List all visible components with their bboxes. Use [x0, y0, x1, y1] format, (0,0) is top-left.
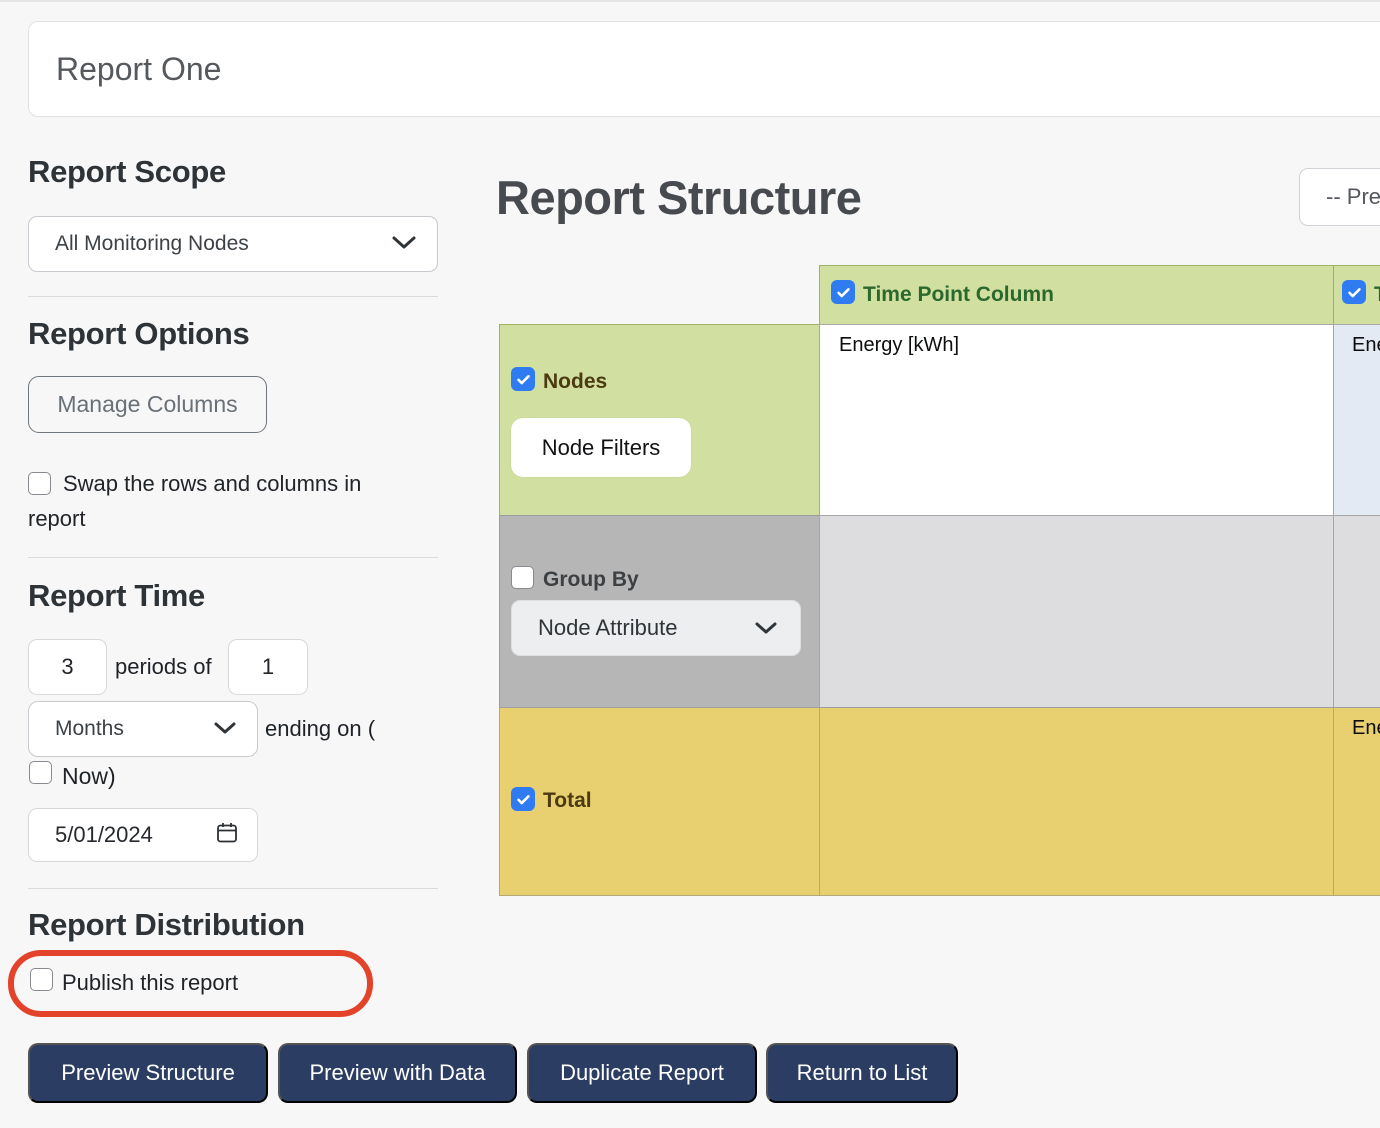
- report-structure-heading: Report Structure: [496, 170, 861, 225]
- period-unit-select[interactable]: Months: [28, 701, 258, 757]
- preview-structure-button[interactable]: Preview Structure: [28, 1043, 268, 1103]
- now-label: Now): [62, 763, 116, 790]
- cell-group-by-clipped-column: [1333, 515, 1380, 708]
- cell-group-by-time-point: [819, 515, 1334, 708]
- publish-report-checkbox[interactable]: [30, 968, 53, 991]
- group-by-attribute-select[interactable]: Node Attribute: [511, 600, 801, 656]
- calendar-icon[interactable]: [215, 820, 239, 851]
- nodes-checkbox[interactable]: [511, 367, 535, 391]
- return-to-list-button[interactable]: Return to List: [766, 1043, 958, 1103]
- node-filters-button[interactable]: Node Filters: [511, 418, 691, 477]
- report-distribution-heading: Report Distribution: [28, 907, 305, 943]
- manage-columns-button[interactable]: Manage Columns: [28, 376, 267, 433]
- row-header-total: Total: [499, 707, 820, 896]
- cell-nodes-time-point: Energy [kWh]: [819, 324, 1334, 516]
- page-top-divider: [0, 0, 1380, 2]
- clipped-column-label: T: [1374, 283, 1380, 307]
- cell-total-clipped-column: Ene: [1333, 707, 1380, 896]
- report-scope-selected-value: All Monitoring Nodes: [55, 232, 249, 256]
- row-header-group-by: Group By Node Attribute: [499, 515, 820, 708]
- check-icon: [515, 791, 532, 808]
- period-unit-selected-value: Months: [55, 717, 124, 741]
- check-icon: [515, 371, 532, 388]
- swap-rows-columns-row: Swap the rows and columns in report: [28, 466, 410, 536]
- time-point-column-label: Time Point Column: [863, 283, 1054, 307]
- cell-total-time-point: [819, 707, 1334, 896]
- total-checkbox[interactable]: [511, 787, 535, 811]
- group-by-attribute-value: Node Attribute: [538, 615, 677, 641]
- clipped-column-checkbox[interactable]: [1342, 280, 1366, 304]
- duplicate-report-button[interactable]: Duplicate Report: [527, 1043, 757, 1103]
- now-checkbox[interactable]: [29, 761, 52, 784]
- report-name-input[interactable]: [28, 21, 1380, 117]
- period-size-input[interactable]: [228, 639, 308, 695]
- group-by-label: Group By: [543, 568, 639, 592]
- report-scope-select[interactable]: All Monitoring Nodes: [28, 216, 438, 272]
- preset-select[interactable]: -- Pre: [1299, 168, 1380, 226]
- report-options-heading: Report Options: [28, 316, 249, 352]
- swap-rows-columns-label: Swap the rows and columns in report: [28, 471, 361, 531]
- end-date-input[interactable]: 5/01/2024: [28, 808, 258, 862]
- divider: [28, 888, 438, 889]
- cell-value: Ene: [1352, 717, 1380, 740]
- preset-selected-value: -- Pre: [1326, 184, 1380, 210]
- column-header-clipped: T: [1333, 265, 1380, 325]
- check-icon: [835, 284, 852, 301]
- periods-of-label: periods of: [115, 654, 212, 680]
- divider: [28, 296, 438, 297]
- num-periods-input[interactable]: [28, 639, 107, 695]
- chevron-down-icon: [213, 717, 237, 741]
- swap-rows-columns-checkbox[interactable]: [28, 472, 51, 495]
- end-date-value: 5/01/2024: [55, 822, 153, 848]
- ending-on-label: ending on (: [265, 716, 375, 742]
- chevron-down-icon: [754, 615, 778, 641]
- cell-value: Ene: [1352, 334, 1380, 357]
- report-scope-heading: Report Scope: [28, 154, 226, 190]
- time-point-column-checkbox[interactable]: [831, 280, 855, 304]
- row-header-nodes: Nodes Node Filters: [499, 324, 820, 516]
- cell-nodes-clipped-column: Ene: [1333, 324, 1380, 516]
- total-label: Total: [543, 789, 592, 813]
- group-by-checkbox[interactable]: [511, 566, 534, 589]
- check-icon: [1346, 284, 1363, 301]
- report-time-heading: Report Time: [28, 578, 205, 614]
- chevron-down-icon: [391, 232, 417, 256]
- preview-with-data-button[interactable]: Preview with Data: [278, 1043, 517, 1103]
- nodes-label: Nodes: [543, 370, 607, 394]
- column-header-time-point: Time Point Column: [819, 265, 1334, 325]
- publish-report-label: Publish this report: [62, 970, 238, 996]
- divider: [28, 557, 438, 558]
- cell-value: Energy [kWh]: [839, 334, 959, 357]
